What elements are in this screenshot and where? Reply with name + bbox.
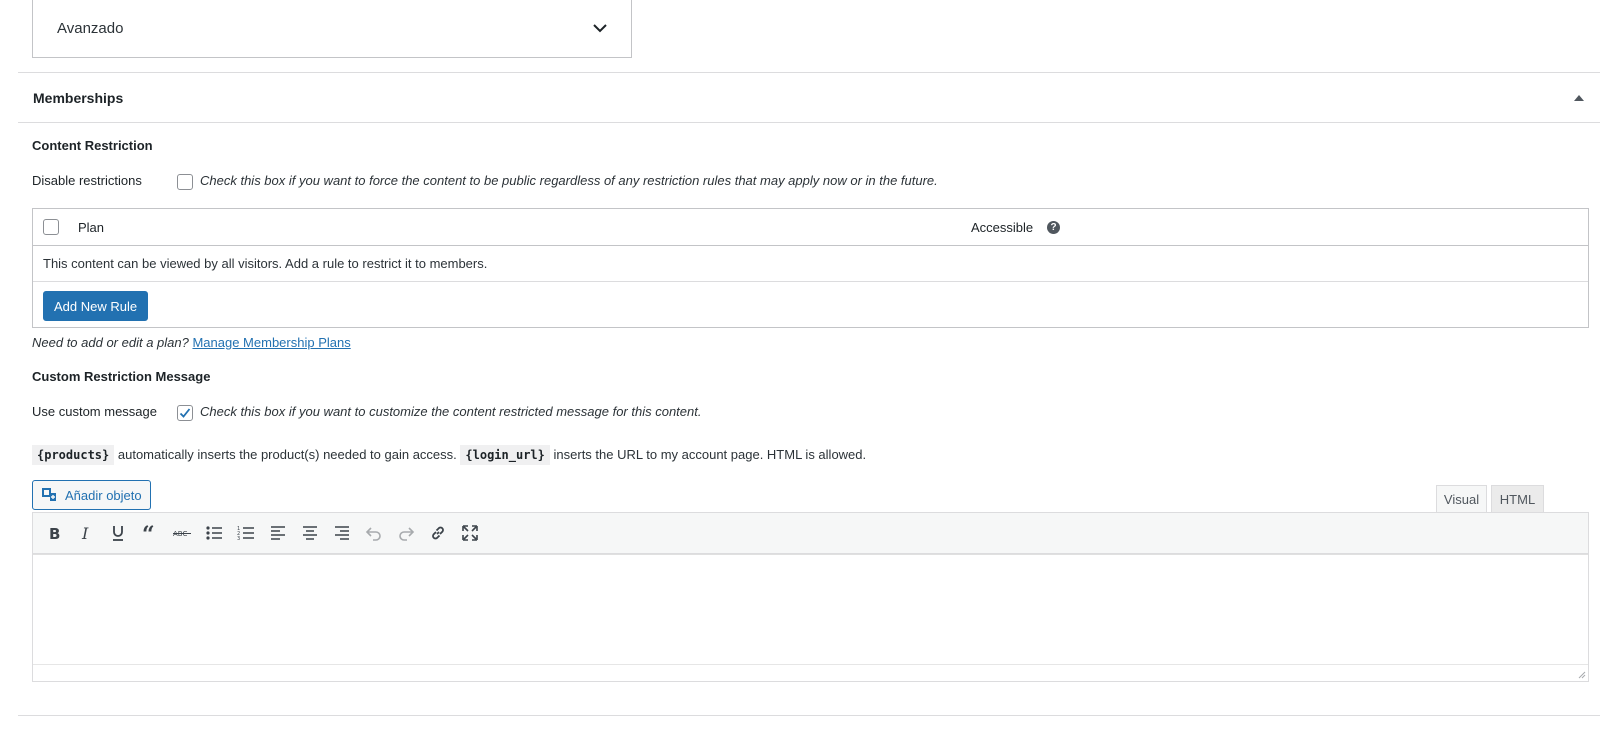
strikethrough-icon[interactable]: ABC [166, 518, 198, 548]
empty-rules-message: This content can be viewed by all visito… [33, 246, 1588, 282]
add-media-button[interactable]: Añadir objeto [32, 480, 151, 510]
use-custom-message-description: Check this box if you want to customize … [200, 404, 702, 419]
numbered-list-icon[interactable]: 123 [230, 518, 262, 548]
editor-toolbar: B I “ ABC 123 [33, 513, 1588, 554]
restriction-rules-table: Plan Accessible ? This content can be vi… [32, 208, 1589, 328]
manage-plans-prefix: Need to add or edit a plan? [32, 335, 189, 350]
svg-text:3: 3 [237, 536, 240, 542]
disable-restrictions-label: Disable restrictions [32, 173, 142, 188]
resize-handle-icon[interactable] [1576, 669, 1586, 679]
memberships-metabox: Memberships Content Restriction Disable … [18, 72, 1600, 716]
select-all-checkbox[interactable] [43, 219, 59, 235]
tab-html[interactable]: HTML [1491, 485, 1544, 513]
disable-restrictions-description: Check this box if you want to force the … [200, 173, 938, 188]
bullet-list-icon[interactable] [198, 518, 230, 548]
manage-plans-note: Need to add or edit a plan? Manage Membe… [32, 335, 351, 350]
use-custom-message-checkbox[interactable] [177, 405, 193, 421]
checkmark-icon [179, 408, 191, 418]
message-editor: B I “ ABC 123 [32, 512, 1589, 682]
products-placeholder-text: automatically inserts the product(s) nee… [117, 447, 457, 462]
add-media-label: Añadir objeto [65, 487, 142, 503]
align-right-icon[interactable] [326, 518, 358, 548]
column-plan: Plan [78, 220, 105, 235]
login-url-placeholder-text: inserts the URL to my account page. HTML… [553, 447, 867, 462]
custom-restriction-message-title: Custom Restriction Message [32, 369, 211, 384]
redo-icon[interactable] [390, 518, 422, 548]
italic-icon[interactable]: I [70, 518, 102, 548]
chevron-down-icon [591, 20, 609, 38]
link-icon[interactable] [422, 518, 454, 548]
svg-text:I: I [81, 524, 89, 543]
tab-visual[interactable]: Visual [1436, 485, 1487, 513]
align-left-icon[interactable] [262, 518, 294, 548]
type-select-value: Avanzado [57, 20, 124, 37]
use-custom-message-label: Use custom message [32, 404, 157, 419]
rules-table-footer: Add New Rule [33, 282, 1588, 328]
rules-table-header: Plan Accessible ? [33, 209, 1588, 246]
type-select[interactable]: Avanzado [32, 0, 632, 58]
products-placeholder: {products} [32, 445, 115, 465]
editor-content-area[interactable] [33, 554, 1588, 666]
disable-restrictions-checkbox[interactable] [177, 174, 193, 190]
bold-icon[interactable]: B [38, 518, 70, 548]
fullscreen-icon[interactable] [454, 518, 486, 548]
undo-icon[interactable] [358, 518, 390, 548]
metabox-title: Memberships [33, 89, 124, 106]
login-url-placeholder: {login_url} [460, 445, 550, 465]
align-center-icon[interactable] [294, 518, 326, 548]
add-new-rule-button[interactable]: Add New Rule [43, 291, 149, 321]
underline-icon[interactable] [102, 518, 134, 548]
manage-membership-plans-link[interactable]: Manage Membership Plans [192, 335, 350, 350]
add-media-icon [42, 488, 56, 501]
collapse-arrow-icon[interactable] [1574, 94, 1584, 101]
help-icon[interactable]: ? [1047, 221, 1060, 234]
editor-statusbar [33, 664, 1588, 681]
blockquote-icon[interactable]: “ [134, 518, 166, 548]
content-restriction-title: Content Restriction [32, 138, 153, 153]
metabox-header[interactable]: Memberships [18, 73, 1600, 123]
placeholder-help-text: {products} automatically inserts the pro… [32, 445, 867, 465]
svg-text:B: B [49, 525, 60, 543]
column-accessible: Accessible [971, 220, 1034, 235]
svg-text:“: “ [142, 523, 155, 543]
